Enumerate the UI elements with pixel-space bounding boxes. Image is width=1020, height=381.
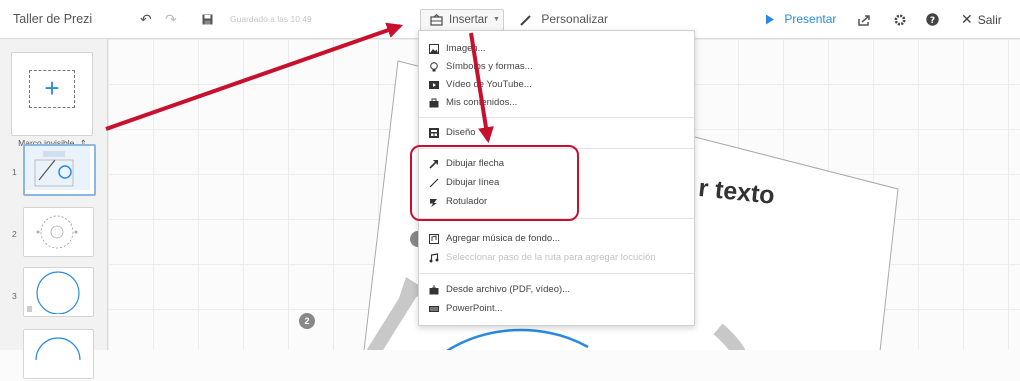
- path-step-badge[interactable]: 2: [299, 313, 315, 329]
- menu-item-youtube[interactable]: Vídeo de YouTube...: [419, 76, 694, 94]
- menu-label: Mis contenidos...: [446, 97, 518, 108]
- menu-label: Símbolos y formas...: [446, 61, 533, 72]
- menu-item-powerpoint[interactable]: PowerPoint...: [419, 300, 694, 318]
- menu-item-layout[interactable]: Diseño: [419, 124, 694, 142]
- slide-thumbnail-3[interactable]: [23, 267, 94, 317]
- menu-item-image[interactable]: Imagen...: [419, 40, 694, 58]
- slide-number: 1: [12, 167, 17, 177]
- slide-thumbnail-1[interactable]: [23, 144, 96, 196]
- menu-label: Imagen...: [446, 43, 486, 54]
- video-icon: [429, 81, 439, 89]
- powerpoint-icon: [429, 306, 439, 312]
- menu-label: Desde archivo (PDF, vídeo)...: [446, 284, 571, 295]
- insert-icon: [430, 10, 443, 30]
- slide-number: 3: [12, 291, 17, 301]
- personalize-label: Personalizar: [541, 12, 609, 26]
- menu-divider: [419, 117, 694, 118]
- play-icon: [765, 12, 784, 26]
- menu-item-voiceover: Seleccionar paso de la ruta para agregar…: [419, 249, 694, 267]
- saved-status: Guardado a las 10:49: [230, 14, 312, 24]
- help-icon[interactable]: ?: [926, 0, 939, 38]
- slide-thumbnail-4[interactable]: [23, 329, 94, 379]
- menu-label: Seleccionar paso de la ruta para agregar…: [446, 252, 656, 263]
- present-label: Presentar: [784, 12, 837, 26]
- menu-divider: [419, 273, 694, 274]
- pencil-icon: [520, 12, 541, 26]
- insert-button[interactable]: Insertar ▼: [420, 9, 504, 31]
- menu-item-symbols[interactable]: Símbolos y formas...: [419, 58, 694, 76]
- svg-text:?: ?: [930, 16, 935, 26]
- share-icon[interactable]: [858, 0, 871, 38]
- sidebar: + Marco invisible ⇕ 1 2 3: [0, 39, 108, 379]
- undo-icon[interactable]: ↶: [140, 0, 152, 38]
- insert-label: Insertar: [449, 14, 488, 26]
- music-file-icon: [429, 234, 439, 244]
- add-frame-button[interactable]: +: [11, 52, 93, 136]
- save-icon[interactable]: [202, 0, 213, 38]
- chevron-down-icon: ▼: [493, 16, 500, 23]
- briefcase-icon: [429, 98, 439, 108]
- menu-item-background-music[interactable]: Agregar música de fondo...: [419, 230, 694, 248]
- exit-label: Salir: [977, 13, 1002, 27]
- annotation-highlight-box: [410, 145, 579, 221]
- present-button[interactable]: Presentar: [765, 0, 836, 38]
- gear-icon[interactable]: [894, 0, 906, 38]
- app-title[interactable]: Taller de Prezi: [13, 0, 92, 38]
- slide-thumbnail-2[interactable]: [23, 207, 94, 257]
- file-import-icon: [429, 285, 439, 295]
- plus-icon: +: [44, 73, 60, 103]
- menu-label: Vídeo de YouTube...: [446, 79, 532, 90]
- slide-number: 2: [12, 229, 17, 239]
- menu-label: Diseño: [446, 127, 476, 138]
- image-icon: [429, 44, 439, 54]
- close-icon: ✕: [961, 11, 973, 27]
- lightbulb-icon: [430, 62, 438, 72]
- menu-item-from-file[interactable]: Desde archivo (PDF, vídeo)...: [419, 281, 694, 299]
- layout-icon: [429, 128, 439, 138]
- music-note-icon: [429, 253, 439, 263]
- menu-label: Agregar música de fondo...: [446, 233, 561, 244]
- menu-item-my-content[interactable]: Mis contenidos...: [419, 94, 694, 112]
- menu-label: PowerPoint...: [446, 303, 503, 314]
- redo-icon[interactable]: ↷: [165, 0, 177, 38]
- exit-button[interactable]: ✕ Salir: [961, 0, 1002, 38]
